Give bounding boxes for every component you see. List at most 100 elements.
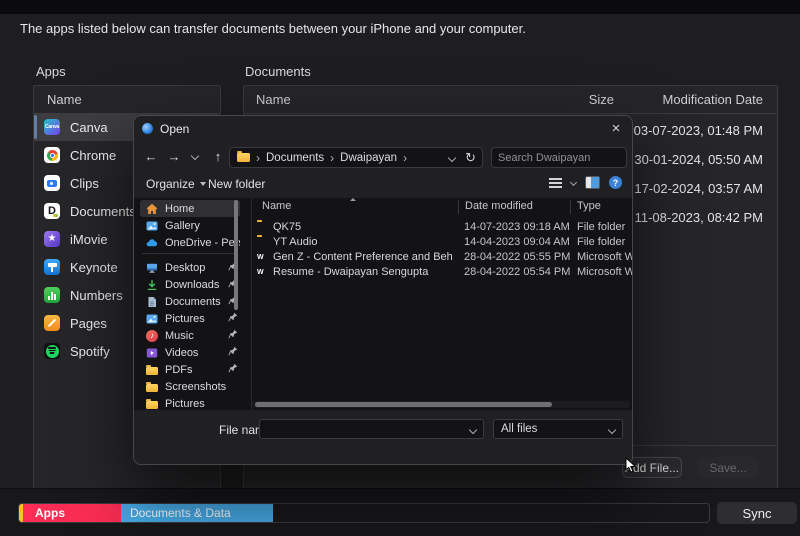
dialog-nav-bar: ← → ↑ › Documents › Dwaipayan › ↻ <box>134 141 632 173</box>
sidebar-item-pdfs[interactable]: PDFs <box>140 361 240 378</box>
view-options-chevron-icon[interactable] <box>570 179 577 186</box>
horizontal-scrollbar-thumb[interactable] <box>255 402 552 407</box>
sidebar-item-pictures-folder[interactable]: Pictures <box>140 395 240 410</box>
close-icon[interactable]: × <box>604 116 628 140</box>
pin-icon <box>228 329 238 342</box>
folder-icon <box>146 381 158 393</box>
gallery-icon <box>146 220 158 232</box>
list-view-icon[interactable] <box>549 178 562 188</box>
breadcrumb-dwaipayan[interactable]: Dwaipayan <box>340 152 397 164</box>
sort-ascending-icon <box>350 198 356 201</box>
recent-locations-icon[interactable] <box>186 147 204 165</box>
intro-text: The apps listed below can transfer docum… <box>20 21 526 36</box>
screen: The apps listed below can transfer docum… <box>0 0 800 536</box>
mouse-cursor <box>625 457 637 478</box>
search-box <box>491 147 627 168</box>
documents-column-header[interactable]: Name Size Modification Date <box>244 86 777 114</box>
file-name: QK75 <box>273 221 453 233</box>
file-row-qk75[interactable]: QK75 14-07-2023 09:18 AM File folder <box>252 220 632 235</box>
forward-icon[interactable]: → <box>165 147 183 165</box>
breadcrumb-documents[interactable]: Documents <box>266 152 324 164</box>
sidebar-item-gallery[interactable]: Gallery <box>140 217 240 234</box>
sidebar-item-documents[interactable]: Documents <box>140 293 240 310</box>
sidebar-item-label: Desktop <box>165 262 205 274</box>
app-label: Numbers <box>70 288 123 303</box>
column-date-modified[interactable]: Date modified <box>458 200 533 214</box>
dialog-toolbar: Organize New folder <box>134 173 632 198</box>
sidebar-item-label: Gallery <box>165 220 200 232</box>
keynote-app-icon <box>44 259 60 275</box>
file-row-yt-audio[interactable]: YT Audio 14-04-2023 09:04 AM File folder <box>252 235 632 250</box>
preview-pane-icon[interactable] <box>585 176 600 189</box>
sidebar-item-pictures[interactable]: Pictures <box>140 310 240 327</box>
organize-label: Organize <box>146 177 195 191</box>
document-row-modified[interactable]: 03-07-2023, 01:48 PM <box>634 116 763 145</box>
column-name[interactable]: Name <box>262 200 291 212</box>
sidebar-item-onedrive[interactable]: OneDrive - Persor <box>140 234 240 251</box>
pictures-icon <box>146 313 158 325</box>
sync-button[interactable]: Sync <box>717 502 797 524</box>
file-date: 14-04-2023 09:04 AM <box>464 236 570 248</box>
canva-app-icon <box>44 119 60 135</box>
column-type[interactable]: Type <box>570 200 601 214</box>
sidebar-item-label: Pictures <box>165 313 205 325</box>
sidebar-item-label: Pictures <box>165 398 205 410</box>
sidebar-item-label: Home <box>165 203 194 215</box>
sidebar-item-label: Videos <box>165 347 198 359</box>
selection-indicator <box>34 115 37 139</box>
app-label: Clips <box>70 176 99 191</box>
sidebar-item-downloads[interactable]: Downloads <box>140 276 240 293</box>
app-label: Spotify <box>70 344 110 359</box>
pin-icon <box>228 363 238 376</box>
new-folder-button[interactable]: New folder <box>208 177 265 191</box>
file-row-resume-doc[interactable]: Resume - Dwaipayan Sengupta 28-04-2022 0… <box>252 265 632 280</box>
file-type: File folder <box>577 221 632 233</box>
document-row-modified[interactable]: 30-01-2024, 05:50 AM <box>634 145 763 174</box>
breadcrumb-separator: › <box>256 151 260 165</box>
file-row-gen-z-doc[interactable]: Gen Z - Content Preference and Behaviour… <box>252 250 632 265</box>
document-row-modified[interactable]: 11-08-2023, 08:42 PM <box>635 203 763 232</box>
sidebar-scrollbar[interactable] <box>234 200 238 310</box>
chevron-down-icon <box>200 182 206 186</box>
apps-panel-title: Apps <box>36 64 66 79</box>
address-dropdown-icon[interactable] <box>448 153 456 161</box>
sidebar-item-label: PDFs <box>165 364 193 376</box>
pin-icon <box>228 312 238 325</box>
back-icon[interactable]: ← <box>142 147 160 165</box>
dialog-titlebar[interactable]: Open × <box>134 116 632 141</box>
dialog-title: Open <box>160 122 189 136</box>
folder-icon <box>237 153 250 162</box>
sidebar-separator <box>142 253 238 254</box>
sidebar-item-videos[interactable]: Videos <box>140 344 240 361</box>
help-icon[interactable] <box>609 176 622 189</box>
app-label: Chrome <box>70 148 116 163</box>
refresh-icon[interactable]: ↻ <box>465 150 476 166</box>
file-list-header[interactable]: Name Date modified Type <box>252 198 632 214</box>
documents-panel-title: Documents <box>245 64 311 79</box>
up-icon[interactable]: ↑ <box>209 147 227 165</box>
folder-icon <box>146 398 158 410</box>
sidebar-item-home[interactable]: Home <box>140 200 240 217</box>
window-top-strip <box>0 0 800 14</box>
file-name-input[interactable] <box>264 421 463 437</box>
dialog-sidebar: Home Gallery OneDrive - Persor Desktop <box>134 198 252 410</box>
file-type-select[interactable]: All files <box>493 419 623 439</box>
save-button[interactable]: Save... <box>697 457 759 478</box>
sidebar-item-label: Documents <box>165 296 221 308</box>
sidebar-item-music[interactable]: Music <box>140 327 240 344</box>
chevron-down-icon[interactable] <box>469 426 477 434</box>
file-type: Microsoft Word D <box>577 266 632 278</box>
organize-button[interactable]: Organize <box>146 177 206 191</box>
chrome-app-icon <box>44 147 60 163</box>
app-label: Keynote <box>70 260 118 275</box>
search-input[interactable] <box>492 152 633 164</box>
sidebar-item-desktop[interactable]: Desktop <box>140 259 240 276</box>
horizontal-scrollbar[interactable] <box>252 401 630 408</box>
apps-column-header[interactable]: Name <box>34 86 220 114</box>
sidebar-item-screenshots[interactable]: Screenshots <box>140 378 240 395</box>
file-name: YT Audio <box>273 236 453 248</box>
address-bar[interactable]: › Documents › Dwaipayan › ↻ <box>229 147 483 168</box>
document-row-modified[interactable]: 17-02-2024, 03:57 AM <box>634 174 763 203</box>
sidebar-item-label: OneDrive - Persor <box>165 237 240 249</box>
app-label: Canva <box>70 120 108 135</box>
